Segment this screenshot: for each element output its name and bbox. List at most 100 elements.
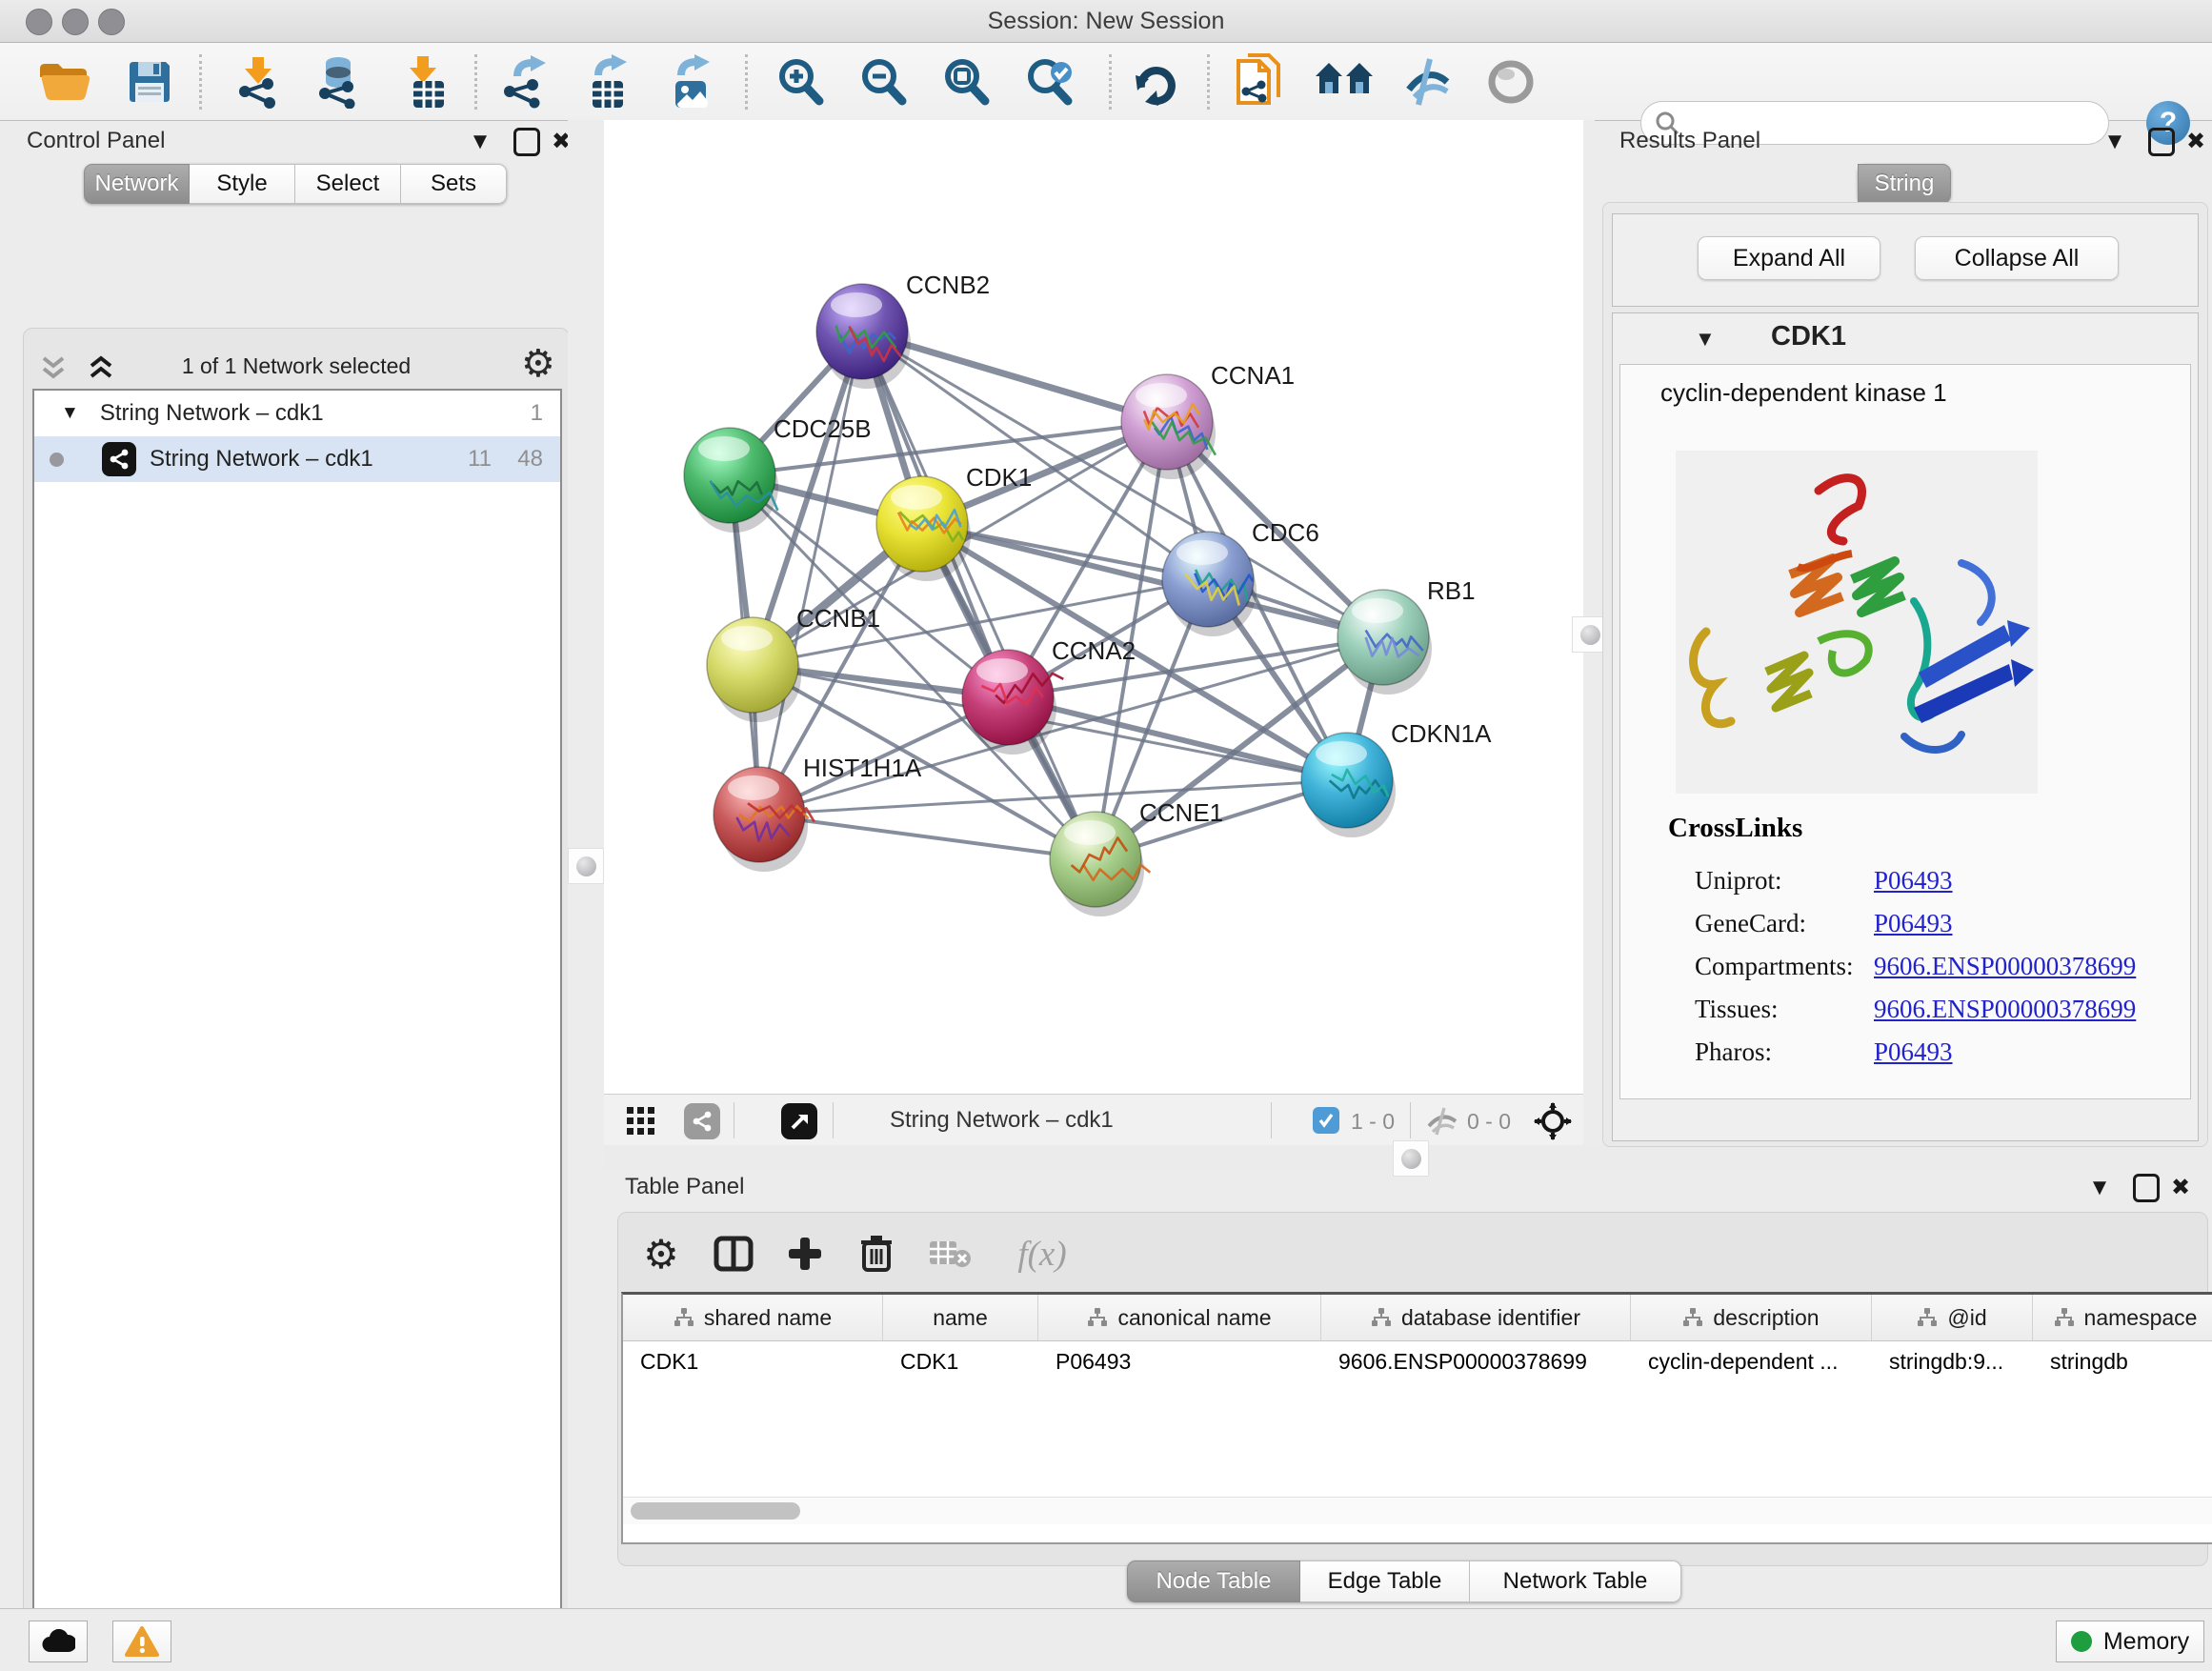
left-splitter-handle[interactable] [568, 848, 604, 884]
network-node-HIST1H1A[interactable]: HIST1H1A [714, 754, 922, 872]
gene-section-expander-icon[interactable]: ▼ [1695, 327, 1716, 352]
network-node-CCNA2[interactable]: CCNA2 [962, 636, 1136, 755]
network-node-CCNB1[interactable]: CCNB1 [707, 604, 880, 722]
column-header-label: @id [1947, 1305, 1986, 1331]
table-cell[interactable]: stringdb [2033, 1349, 2212, 1375]
network-node-RB1[interactable]: RB1 [1337, 576, 1476, 695]
import-table-button[interactable] [390, 49, 460, 115]
column-header-@id[interactable]: @id [1872, 1295, 2033, 1340]
network-row-selected[interactable]: String Network – cdk1 11 48 [34, 436, 560, 482]
column-header-namespace[interactable]: namespace [2033, 1295, 2212, 1340]
warnings-button[interactable] [112, 1621, 171, 1662]
table-cell[interactable]: CDK1 [883, 1349, 1038, 1375]
crosslink-link[interactable]: P06493 [1874, 866, 1953, 896]
import-network-database-button[interactable] [303, 49, 373, 115]
column-header-description[interactable]: description [1631, 1295, 1872, 1340]
export-image-button[interactable] [654, 49, 725, 115]
network-node-CDKN1A[interactable]: CDKN1A [1301, 719, 1492, 837]
left-splitter[interactable] [568, 120, 604, 1608]
new-network-from-selection-button[interactable] [1224, 49, 1295, 115]
column-header-label: canonical name [1117, 1305, 1271, 1331]
network-collection-row[interactable]: ▼ String Network – cdk1 1 [34, 391, 560, 436]
column-header-label: shared name [704, 1305, 832, 1331]
open-in-new-window-icon[interactable] [781, 1103, 817, 1139]
tab-sets[interactable]: Sets [401, 164, 507, 204]
toolbar-divider [1109, 54, 1112, 110]
tab-edge-table[interactable]: Edge Table [1300, 1560, 1470, 1602]
maximize-panel-icon[interactable] [2129, 1170, 2163, 1204]
tab-select[interactable]: Select [295, 164, 401, 204]
zoom-selected-button[interactable] [1015, 49, 1085, 115]
grid-view-icon[interactable] [627, 1107, 655, 1136]
column-header-name[interactable]: name [883, 1295, 1038, 1340]
table-horizontal-scrollbar[interactable] [623, 1497, 2212, 1524]
table-cell[interactable]: 9606.ENSP00000378699 [1321, 1349, 1631, 1375]
float-panel-icon[interactable]: ▼ [463, 125, 497, 159]
network-label: String Network – cdk1 [150, 446, 373, 473]
crosslink-link[interactable]: P06493 [1874, 1037, 1953, 1067]
table-cell[interactable]: stringdb:9... [1872, 1349, 2033, 1375]
memory-button[interactable]: Memory [2056, 1621, 2204, 1662]
save-session-button[interactable] [114, 49, 185, 115]
network-view-share-icon[interactable] [684, 1103, 720, 1139]
float-panel-icon[interactable]: ▼ [2082, 1171, 2117, 1205]
fx-icon: f(x) [1017, 1234, 1066, 1275]
tab-network-table[interactable]: Network Table [1470, 1560, 1681, 1602]
delete-table-button[interactable] [919, 1225, 980, 1282]
first-neighbors-button[interactable] [1309, 49, 1379, 115]
column-header-canonical-name[interactable]: canonical name [1038, 1295, 1321, 1340]
table-settings-button[interactable]: ⚙ [631, 1225, 692, 1282]
add-column-button[interactable] [774, 1225, 835, 1282]
crosslink-link[interactable]: P06493 [1874, 909, 1953, 938]
export-table-button[interactable] [572, 49, 642, 115]
network-options-gear-icon[interactable]: ⚙ [521, 342, 555, 386]
table-row[interactable]: CDK1CDK1P064939606.ENSP00000378699cyclin… [623, 1341, 2212, 1381]
cloud-status-button[interactable] [29, 1621, 88, 1662]
delete-column-button[interactable] [846, 1225, 907, 1282]
open-folder-icon [37, 59, 92, 105]
zoom-out-button[interactable] [848, 49, 918, 115]
network-node-count: 11 [468, 446, 492, 473]
show-all-button[interactable] [1476, 49, 1546, 115]
column-header-database-identifier[interactable]: database identifier [1321, 1295, 1631, 1340]
zoom-fit-button[interactable] [931, 49, 1001, 115]
collapse-all-button[interactable]: Collapse All [1915, 236, 2119, 280]
close-panel-icon[interactable]: ✖ [2179, 125, 2212, 159]
maximize-panel-icon[interactable] [510, 124, 544, 158]
close-panel-icon[interactable]: ✖ [2163, 1171, 2198, 1205]
float-panel-icon[interactable]: ▼ [2098, 125, 2132, 159]
scrollbar-thumb[interactable] [631, 1502, 800, 1520]
hidden-indicator-eye-icon[interactable] [1425, 1107, 1459, 1136]
zoom-in-button[interactable] [765, 49, 835, 115]
network-canvas[interactable]: CCNB2CCNA1CDC25BCDK1CDC6RB1CCNB1CCNA2CDK… [604, 120, 1583, 1094]
tab-style[interactable]: Style [190, 164, 295, 204]
selected-indicator-checkbox[interactable] [1313, 1107, 1339, 1134]
tab-node-table[interactable]: Node Table [1127, 1560, 1300, 1602]
crosslink-link[interactable]: 9606.ENSP00000378699 [1874, 995, 2136, 1024]
import-network-file-button[interactable] [223, 49, 293, 115]
maximize-panel-icon[interactable] [2144, 124, 2179, 158]
hide-selected-button[interactable] [1393, 49, 1463, 115]
table-cell[interactable]: CDK1 [623, 1349, 883, 1375]
network-graph[interactable]: CCNB2CCNA1CDC25BCDK1CDC6RB1CCNB1CCNA2CDK… [604, 120, 1583, 1094]
network-node-CCNE1[interactable]: CCNE1 [1050, 798, 1223, 916]
refresh-button[interactable] [1120, 49, 1191, 115]
table-cell[interactable]: P06493 [1038, 1349, 1321, 1375]
birds-eye-view-icon[interactable] [1534, 1102, 1572, 1140]
tab-string[interactable]: String [1858, 164, 1951, 204]
tab-network[interactable]: Network [84, 164, 190, 204]
right-splitter[interactable] [1583, 120, 1595, 1149]
export-network-button[interactable] [490, 49, 560, 115]
network-node-CCNB2[interactable]: CCNB2 [816, 271, 990, 389]
crosslink-link[interactable]: 9606.ENSP00000378699 [1874, 952, 2136, 981]
expand-all-button[interactable]: Expand All [1698, 236, 1880, 280]
collection-expander-icon[interactable]: ▼ [61, 403, 79, 424]
columns-icon [714, 1236, 754, 1272]
network-node-CDK1[interactable]: CDK1 [876, 463, 1032, 581]
table-cell[interactable]: cyclin-dependent ... [1631, 1349, 1872, 1375]
column-header-shared-name[interactable]: shared name [623, 1295, 883, 1340]
function-builder-button[interactable]: f(x) [996, 1225, 1088, 1282]
memory-status-dot [2071, 1631, 2092, 1652]
open-session-button[interactable] [30, 49, 100, 115]
show-columns-button[interactable] [703, 1225, 764, 1282]
